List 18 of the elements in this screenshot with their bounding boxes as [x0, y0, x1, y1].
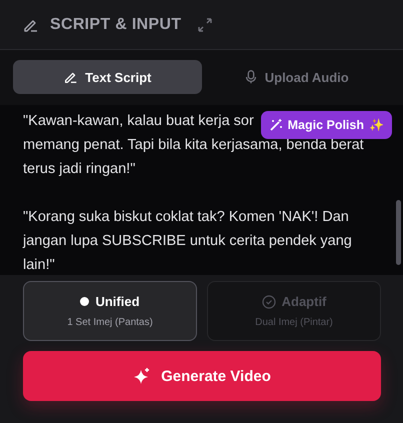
script-line: memang penat. Tapi bila kita kerjasama, benda berat	[23, 136, 364, 155]
generate-video-button[interactable]: Generate Video	[23, 351, 381, 401]
script-line: terus jadi ringan!"	[23, 160, 136, 179]
sparkle-icon	[133, 367, 152, 385]
magic-polish-button[interactable]: Magic Polish ✨	[260, 111, 392, 139]
panel-title: SCRIPT & INPUT	[50, 16, 182, 34]
script-line: "Korang suka biskut coklat tak? Komen 'NAK'! Dan	[23, 208, 349, 227]
magic-wand-icon	[268, 118, 283, 132]
tab[interactable]: Text Script	[13, 60, 202, 94]
check-circle-icon	[262, 294, 276, 308]
script-line: "Kawan-kawan, kalau buat kerja sor	[23, 112, 254, 131]
script-line: lain!"	[23, 256, 55, 275]
script-editor[interactable]	[0, 105, 403, 275]
mode-option[interactable]: Unified 1 Set Imej (Pantas)	[23, 281, 197, 341]
scrollbar[interactable]	[396, 200, 401, 265]
tab[interactable]: Upload Audio	[202, 60, 390, 94]
script-line: jangan lupa SUBSCRIBE untuk cerita pendek yang	[23, 232, 352, 251]
expand-icon[interactable]	[197, 16, 214, 32]
